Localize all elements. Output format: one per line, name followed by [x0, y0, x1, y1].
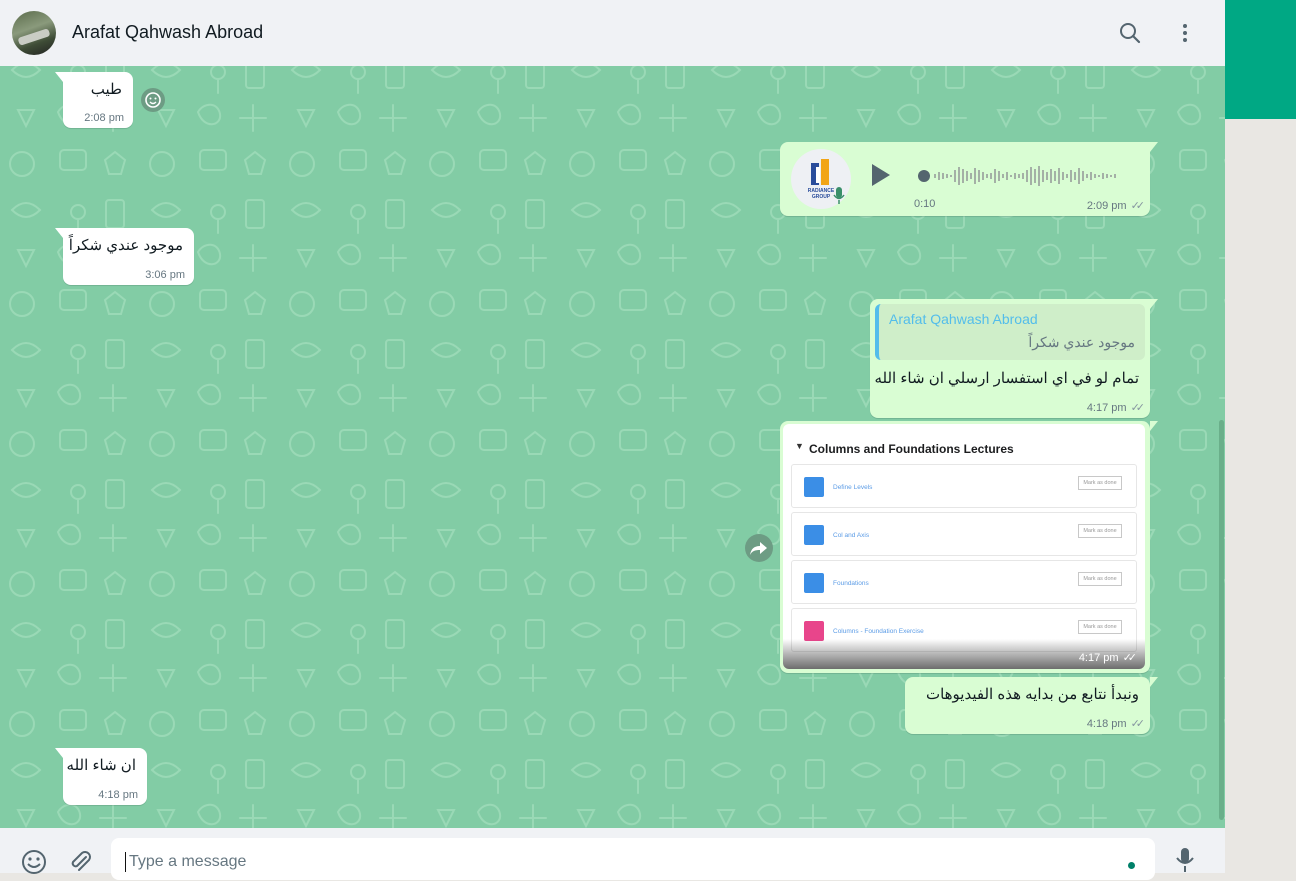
message-time: 2:08 pm [84, 112, 124, 124]
chat-scrollbar[interactable] [1219, 420, 1224, 820]
lecture-icon [804, 525, 824, 545]
quoted-message[interactable]: Arafat Qahwash Abroad موجود عندي شكراً [875, 304, 1145, 360]
read-ticks-icon: ✓✓ [1130, 402, 1146, 414]
chat-header[interactable]: Arafat Qahwash Abroad [0, 0, 1225, 66]
message-time: 4:18 pm ✓✓ [1086, 718, 1146, 730]
message-time: 4:18 pm [98, 789, 138, 801]
read-ticks-icon: ✓✓ [1130, 200, 1146, 212]
message-time: 2:09 pm ✓✓ [1086, 200, 1146, 212]
voice-duration: 0:10 [914, 198, 936, 210]
reply-message[interactable]: Arafat Qahwash Abroad موجود عندي شكراً ت… [870, 299, 1158, 418]
status-dot [1128, 862, 1135, 869]
lecture-name: Foundations [833, 580, 869, 587]
lecture-icon [804, 477, 824, 497]
incoming-message[interactable]: ان شاء الله 4:18 pm [55, 748, 147, 805]
mark-done-label: Mark as done [1078, 572, 1122, 586]
app-background [1225, 119, 1296, 873]
mic-icon[interactable] [1172, 846, 1198, 878]
search-icon[interactable] [1117, 20, 1143, 46]
avatar[interactable] [12, 11, 56, 55]
text-cursor [125, 852, 126, 872]
mark-done-label: Mark as done [1078, 476, 1122, 490]
message-text: ان شاء الله [66, 757, 136, 774]
lecture-name: Columns - Foundation Exercise [833, 628, 924, 635]
menu-icon[interactable] [1172, 20, 1198, 46]
chat-panel: طيب 2:08 pm RADIANCE GROUP 0:10 2:09 pm … [0, 0, 1225, 873]
quoted-text: موجود عندي شكراً [1028, 334, 1135, 350]
lecture-row: Define Levels Mark as done [791, 464, 1137, 508]
message-time: 3:06 pm [145, 269, 185, 281]
forward-icon[interactable] [745, 534, 773, 562]
message-placeholder: Type a message [129, 853, 247, 870]
contact-name[interactable]: Arafat Qahwash Abroad [72, 22, 263, 43]
read-ticks-icon: ✓✓ [1122, 652, 1138, 664]
message-input[interactable]: Type a message [111, 838, 1155, 880]
image-title: Columns and Foundations Lectures [809, 442, 1014, 456]
message-text: ونبدأ نتابع من بدايه هذه الفيديوهات [925, 686, 1139, 703]
lecture-name: Define Levels [833, 484, 873, 491]
lecture-icon [804, 573, 824, 593]
lecture-row: Foundations Mark as done [791, 560, 1137, 604]
outgoing-message[interactable]: ونبدأ نتابع من بدايه هذه الفيديوهات 4:18… [905, 677, 1158, 734]
lecture-row: Col and Axis Mark as done [791, 512, 1137, 556]
incoming-message[interactable]: طيب 2:08 pm [55, 72, 133, 128]
message-image[interactable]: ▼ Columns and Foundations Lectures Defin… [783, 424, 1145, 669]
voice-waveform[interactable] [916, 164, 1126, 188]
voice-message[interactable]: RADIANCE GROUP 0:10 2:09 pm ✓✓ [780, 142, 1158, 216]
lecture-icon [804, 621, 824, 641]
message-text: موجود عندي شكراً [68, 237, 183, 254]
attach-icon[interactable] [66, 848, 94, 881]
lecture-name: Col and Axis [833, 532, 870, 539]
app-background-accent [1225, 0, 1296, 119]
message-time: 4:17 pm ✓✓ [1078, 652, 1138, 664]
mark-done-label: Mark as done [1078, 524, 1122, 538]
quoted-sender-name: Arafat Qahwash Abroad [889, 311, 1038, 327]
message-text: طيب [90, 81, 122, 98]
reaction-icon[interactable] [141, 88, 165, 112]
read-ticks-icon: ✓✓ [1130, 718, 1146, 730]
chevron-down-icon: ▼ [795, 441, 804, 451]
image-message[interactable]: ▼ Columns and Foundations Lectures Defin… [780, 421, 1158, 673]
play-icon[interactable] [868, 162, 892, 192]
message-text: تمام لو في اي استفسار ارسلي ان شاء الله [874, 370, 1139, 387]
message-time: 4:17 pm ✓✓ [1086, 402, 1146, 414]
emoji-icon[interactable] [20, 848, 48, 881]
incoming-message[interactable]: موجود عندي شكراً 3:06 pm [55, 228, 194, 285]
mic-badge-icon [832, 186, 846, 210]
mark-done-label: Mark as done [1078, 620, 1122, 634]
